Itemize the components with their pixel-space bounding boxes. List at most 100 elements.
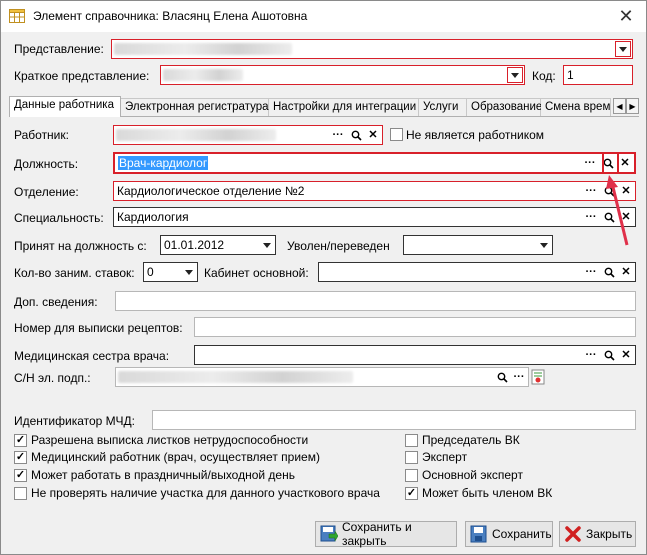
select-dots-icon[interactable]: ···	[583, 209, 599, 225]
checkbox-ekspert[interactable]	[405, 451, 418, 464]
specialnost-field[interactable]: Кардиология ··· ✕	[113, 207, 636, 227]
kod-label: Код:	[532, 69, 556, 83]
sn-label: С/Н эл. подп.:	[14, 371, 91, 385]
kratkoe-label: Краткое представление:	[14, 69, 150, 83]
checkbox-listki-label: Разрешена выписка листков нетрудоспособн…	[31, 433, 309, 447]
checkbox-chlen-vk-label: Может быть членом ВК	[422, 486, 553, 500]
tab-scroll-arrows: ◀ ▶	[613, 98, 639, 114]
save-close-icon	[320, 525, 338, 543]
dolzhnost-field[interactable]: Врач-кардиолог ··· ✕	[113, 152, 636, 174]
predstavlenie-label: Представление:	[14, 42, 104, 56]
checkbox-osnovnoy-ekspert-label: Основной эксперт	[422, 468, 523, 482]
stavki-dropdown-icon[interactable]	[180, 263, 197, 281]
tab-uslugi[interactable]: Услуги	[419, 98, 467, 116]
red-arrow-annotation	[606, 175, 629, 246]
redacted-value	[114, 43, 292, 55]
select-dots-icon[interactable]: ···	[583, 183, 599, 199]
certificate-icon[interactable]	[531, 369, 545, 385]
specialnost-label: Специальность:	[14, 211, 104, 225]
save-and-close-label: Сохранить и закрыть	[342, 520, 412, 548]
title-bar: Элемент справочника: Власянц Елена Ашото…	[1, 1, 646, 32]
window-title: Элемент справочника: Власянц Елена Ашото…	[33, 9, 308, 23]
select-dots-icon[interactable]: ···	[330, 127, 346, 143]
tab-dannye-rabotnika[interactable]: Данные работника	[9, 96, 121, 117]
prinyat-dropdown-icon[interactable]	[258, 236, 275, 254]
clear-icon[interactable]: ✕	[365, 127, 381, 143]
checkbox-chlen-vk[interactable]: ✓	[405, 487, 418, 500]
select-dots-icon[interactable]: ···	[582, 155, 598, 171]
kabinet-field[interactable]: ··· ✕	[318, 262, 636, 282]
ne-yavlyaetsya-checkbox[interactable]	[390, 128, 403, 141]
search-icon[interactable]	[494, 369, 510, 385]
checkbox-ekspert-label: Эксперт	[422, 450, 468, 464]
redacted-value	[163, 69, 243, 81]
stavki-label: Кол-во заним. ставок:	[14, 266, 135, 280]
mchd-field[interactable]	[152, 410, 636, 430]
clear-icon[interactable]: ✕	[618, 264, 634, 280]
save-icon	[470, 525, 488, 543]
checkbox-uchastok-label: Не проверять наличие участка для данного…	[31, 486, 380, 500]
dop-field[interactable]	[115, 291, 636, 311]
clear-icon[interactable]: ✕	[617, 155, 633, 171]
checkbox-med-rabotnik[interactable]: ✓	[14, 451, 27, 464]
otdelenie-label: Отделение:	[14, 185, 79, 199]
select-dots-icon[interactable]: ···	[583, 264, 599, 280]
tab-scroll-right-icon[interactable]: ▶	[626, 98, 639, 114]
stavki-field[interactable]: 0	[143, 262, 198, 282]
redacted-value	[116, 129, 276, 141]
save-button[interactable]: Сохранить	[465, 521, 553, 547]
rabotnik-field[interactable]: ··· ✕	[113, 125, 383, 145]
predstavlenie-dropdown-button[interactable]	[615, 41, 631, 57]
dolzhnost-label: Должность:	[14, 157, 79, 171]
close-window-icon[interactable]: ✕	[612, 5, 640, 27]
dialog-window: Элемент справочника: Власянц Елена Ашото…	[0, 0, 647, 555]
tab-elektronnaya-registratura[interactable]: Электронная регистратура	[121, 98, 269, 116]
prinyat-label: Принят на должность с:	[14, 239, 147, 253]
otdelenie-field[interactable]: Кардиологическое отделение №2 ··· ✕	[113, 181, 636, 201]
kratkoe-dropdown-button[interactable]	[507, 67, 523, 83]
ne-yavlyaetsya-label: Не является работником	[406, 128, 545, 142]
sn-field[interactable]: ···	[115, 367, 529, 387]
dolzhnost-value: Врач-кардиолог	[118, 156, 209, 170]
specialnost-value: Кардиология	[117, 210, 189, 224]
tab-smena-vrem[interactable]: Смена врем	[541, 98, 611, 116]
checkbox-prazdnik-label: Может работать в праздничный/выходной де…	[31, 468, 295, 482]
search-icon[interactable]	[601, 264, 617, 280]
predstavlenie-field[interactable]	[111, 39, 633, 59]
sestra-field[interactable]: ··· ✕	[194, 345, 636, 365]
nomer-field[interactable]	[194, 317, 636, 337]
checkbox-predsedatel-label: Председатель ВК	[422, 433, 520, 447]
redacted-value	[118, 371, 353, 383]
otdelenie-value: Кардиологическое отделение №2	[117, 184, 305, 198]
kod-field[interactable]: 1	[563, 65, 633, 85]
checkbox-osnovnoy-ekspert[interactable]	[405, 469, 418, 482]
close-label: Закрыть	[586, 527, 633, 541]
mchd-label: Идентификатор МЧД:	[14, 414, 135, 428]
select-dots-icon[interactable]: ···	[583, 347, 599, 363]
tab-obrazovanie[interactable]: Образование	[467, 98, 542, 116]
checkbox-med-rabotnik-label: Медицинский работник (врач, осуществляет…	[31, 450, 320, 464]
clear-icon[interactable]: ✕	[618, 347, 634, 363]
close-button[interactable]: Закрыть	[559, 521, 636, 547]
search-highlight-box	[602, 152, 619, 174]
save-and-close-button[interactable]: Сохранить и закрыть	[315, 520, 457, 548]
close-x-icon	[564, 525, 582, 543]
select-dots-icon[interactable]: ···	[511, 369, 527, 385]
uvolen-dropdown-icon[interactable]	[535, 236, 552, 254]
search-icon[interactable]	[348, 127, 364, 143]
checkbox-prazdnik[interactable]: ✓	[14, 469, 27, 482]
table-icon	[9, 9, 25, 23]
kratkoe-field[interactable]	[160, 65, 525, 85]
uvolen-date-field[interactable]	[403, 235, 553, 255]
tab-scroll-left-icon[interactable]: ◀	[613, 98, 626, 114]
checkbox-listki[interactable]: ✓	[14, 434, 27, 447]
sestra-label: Медицинская сестра врача:	[14, 349, 170, 363]
tab-nastroyki-integracii[interactable]: Настройки для интеграции	[269, 98, 419, 116]
checkbox-predsedatel[interactable]	[405, 434, 418, 447]
rabotnik-label: Работник:	[14, 128, 69, 142]
kabinet-label: Кабинет основной:	[204, 266, 309, 280]
checkbox-uchastok[interactable]	[14, 487, 27, 500]
nomer-label: Номер для выписки рецептов:	[14, 321, 183, 335]
prinyat-date-field[interactable]: 01.01.2012	[160, 235, 276, 255]
search-icon[interactable]	[601, 347, 617, 363]
